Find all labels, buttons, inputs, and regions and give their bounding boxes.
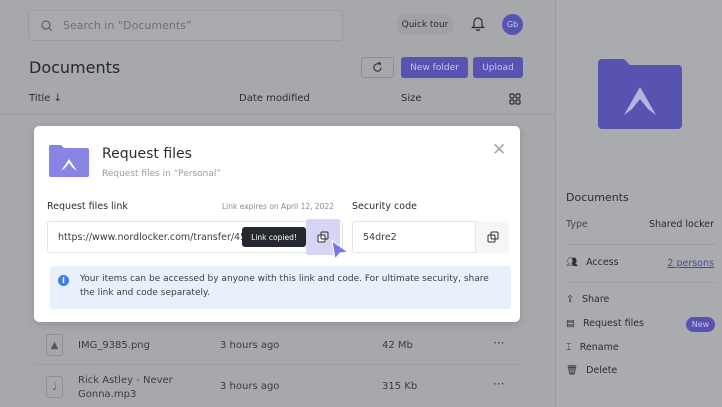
table-row[interactable]: ♩ Rick Astley - Never Gonna.mp3 3 hours … xyxy=(46,374,516,402)
info-icon: i xyxy=(58,275,69,286)
link-copied-tooltip: Link copied! xyxy=(242,227,306,247)
more-icon[interactable]: ··· xyxy=(493,336,504,350)
details-title: Documents xyxy=(566,191,629,204)
delete-action[interactable]: 🗑︎ Delete xyxy=(566,365,617,376)
link-label: Request files link xyxy=(47,201,128,212)
file-name: IMG_9385.png xyxy=(78,340,150,351)
upload-button[interactable]: Upload xyxy=(473,57,523,78)
request-files-label: Request files xyxy=(582,318,645,329)
table-row[interactable]: ▲ IMG_9385.png 3 hours ago 42 Mb ··· xyxy=(46,334,516,358)
details-panel: Documents Type Shared locker 👥︎ Access 2 … xyxy=(555,0,722,407)
copy-icon xyxy=(317,231,329,243)
request-files-action[interactable]: ▤ Request files xyxy=(566,318,644,329)
copy-code-button[interactable] xyxy=(475,221,509,253)
file-name: Rick Astley - Never Gonna.mp3 xyxy=(78,375,173,400)
rename-action[interactable]: ⌶ Rename xyxy=(566,342,619,353)
file-date: 3 hours ago xyxy=(220,381,280,392)
more-icon[interactable]: ··· xyxy=(493,377,504,391)
trash-icon: 🗑︎ xyxy=(566,365,579,376)
dialog-title: Request files xyxy=(102,146,192,162)
type-value: Shared locker xyxy=(648,219,714,230)
rename-icon: ⌶ xyxy=(566,342,572,353)
people-icon: 👥︎ xyxy=(566,257,579,268)
page-title: Documents xyxy=(29,58,121,77)
folder-icon xyxy=(598,59,682,129)
grid-view-icon[interactable] xyxy=(509,93,521,105)
file-size: 315 Kb xyxy=(382,381,418,392)
column-title[interactable]: Title ↓ xyxy=(29,93,62,104)
quick-tour-button[interactable]: Quick tour xyxy=(396,14,454,35)
copy-icon xyxy=(487,231,498,243)
bell-icon[interactable] xyxy=(471,15,485,31)
music-note-icon: ♩ xyxy=(46,376,63,398)
delete-label: Delete xyxy=(586,365,618,376)
link-expiry: Link expires on April 12, 2022 xyxy=(222,202,334,211)
share-icon: ⇪ xyxy=(566,294,574,305)
file-size: 42 Mb xyxy=(382,340,413,351)
security-info-box: i Your items can be accessed by anyone w… xyxy=(50,266,511,309)
folder-icon xyxy=(49,145,89,177)
info-text: Your items can be accessed by anyone wit… xyxy=(80,274,489,298)
file-date: 3 hours ago xyxy=(220,340,280,351)
access-item: 👥︎ Access xyxy=(566,257,619,268)
search-placeholder: Search in “Documents” xyxy=(63,19,192,32)
request-files-dialog: Request files Request files in “Personal… xyxy=(34,126,520,322)
search-icon xyxy=(41,19,53,31)
share-label: Share xyxy=(581,294,610,305)
column-size[interactable]: Size xyxy=(401,93,422,104)
column-date[interactable]: Date modified xyxy=(239,93,310,104)
access-label: Access xyxy=(586,257,619,268)
close-icon[interactable]: ✕ xyxy=(492,140,506,160)
avatar[interactable]: Gb xyxy=(502,14,523,35)
new-badge: New xyxy=(686,317,715,332)
new-folder-button[interactable]: New folder xyxy=(401,57,468,78)
dialog-subtitle: Request files in “Personal” xyxy=(102,169,222,179)
access-persons-link[interactable]: 2 persons xyxy=(667,258,714,269)
code-label: Security code xyxy=(352,201,417,212)
rename-label: Rename xyxy=(579,342,619,353)
refresh-button[interactable] xyxy=(361,57,394,78)
refresh-icon xyxy=(373,62,382,72)
request-file-icon: ▤ xyxy=(566,318,575,329)
share-action[interactable]: ⇪ Share xyxy=(566,294,609,305)
type-label: Type xyxy=(566,219,588,230)
cursor-icon xyxy=(331,240,349,260)
image-icon: ▲ xyxy=(46,334,63,356)
search-input[interactable]: Search in “Documents” xyxy=(28,10,343,41)
